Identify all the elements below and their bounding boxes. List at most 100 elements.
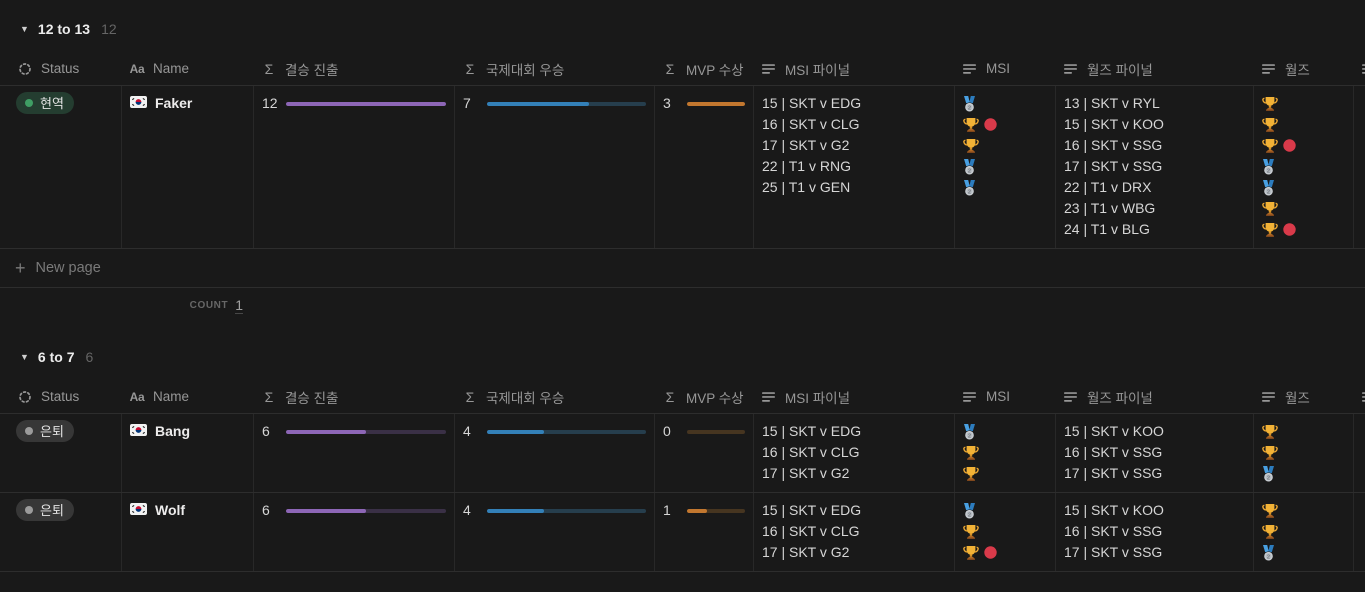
column-header-finals[interactable]: Σ결승 진출 — [253, 380, 454, 413]
table: StatusAaNameΣ결승 진출Σ국제대회 우승ΣMVP 수상 MSI 파이널… — [0, 52, 1365, 322]
msi-cell[interactable]: 2 — [954, 493, 1055, 571]
column-header-intl[interactable]: Σ국제대회 우승 — [454, 380, 654, 413]
mvp-cell[interactable]: 3 — [654, 86, 753, 248]
group-aggregate-count[interactable]: 12 — [101, 21, 117, 37]
intl-cell[interactable]: 7 — [454, 86, 654, 248]
column-header-name[interactable]: AaName — [121, 380, 253, 413]
group-toggle-icon[interactable]: ▼ — [20, 25, 29, 34]
list-item: 24 | T1 v BLG — [1064, 219, 1245, 240]
finals-cell[interactable]: 12 — [253, 86, 454, 248]
column-header-worlds[interactable]: 월즈 — [1253, 52, 1353, 85]
new-page-row[interactable]: +New page — [0, 248, 1365, 288]
table-row: 은퇴 Bang 64 015 | SKT v EDG16 | SKT v CLG17 … — [0, 413, 1365, 492]
column-header-label: 월즈 파이널 — [1087, 59, 1153, 79]
list-item: 17 | SKT v G2 — [762, 542, 946, 563]
status-cell[interactable]: 현역 — [0, 86, 121, 248]
count-label: COUNT — [190, 300, 229, 311]
column-header-msi_finals[interactable]: MSI 파이널 — [753, 52, 954, 85]
msi-finals-cell[interactable]: 15 | SKT v EDG16 | SKT v CLG17 | SKT v G… — [753, 86, 954, 248]
column-header-msi[interactable]: MSI — [954, 380, 1055, 413]
group-toggle-icon[interactable]: ▼ — [20, 353, 29, 362]
overflow-cell[interactable] — [1353, 414, 1365, 492]
medal-line — [1262, 421, 1345, 442]
trophy-icon — [1262, 138, 1278, 153]
svg-text:2: 2 — [1267, 189, 1270, 195]
list-item: 16 | SKT v CLG — [762, 442, 946, 463]
column-header-worlds[interactable]: 월즈 — [1253, 380, 1353, 413]
column-header-finals[interactable]: Σ결승 진출 — [253, 52, 454, 85]
intl-cell[interactable]: 4 — [454, 493, 654, 571]
finals-cell[interactable]: 6 — [253, 493, 454, 571]
msi-cell[interactable]: 2 — [954, 414, 1055, 492]
column-header-label: MSI 파이널 — [785, 59, 850, 79]
count-aggregate[interactable]: COUNT1 — [121, 288, 253, 322]
mvp-cell[interactable]: 1 — [654, 493, 753, 571]
column-header-status[interactable]: Status — [0, 380, 121, 413]
column-header-msi_finals[interactable]: MSI 파이널 — [753, 380, 954, 413]
medal-line: 2 — [1262, 156, 1345, 177]
number-value: 4 — [463, 421, 481, 442]
list-item: 15 | SKT v KOO — [1064, 500, 1245, 521]
msi-finals-cell[interactable]: 15 | SKT v EDG16 | SKT v CLG17 | SKT v G… — [753, 493, 954, 571]
svg-text:2: 2 — [968, 168, 971, 174]
page-title: Bang — [155, 421, 190, 442]
column-header-status[interactable]: Status — [0, 52, 121, 85]
column-header-worlds_finals[interactable]: 월즈 파이널 — [1055, 52, 1253, 85]
sigma-icon: Σ — [662, 61, 678, 77]
column-header-row: StatusAaNameΣ결승 진출Σ국제대회 우승ΣMVP 수상MSI 파이널… — [0, 380, 1365, 413]
svg-text:2: 2 — [968, 433, 971, 439]
status-label: 현역 — [40, 93, 64, 114]
status-cell[interactable]: 은퇴 — [0, 414, 121, 492]
medal-line — [963, 135, 1047, 156]
column-header-name[interactable]: AaName — [121, 52, 253, 85]
silver-medal-icon: 2 — [963, 159, 976, 175]
column-header-label: MVP 수상 — [686, 387, 744, 407]
trophy-icon — [1262, 201, 1278, 216]
number-with-bar: 4 — [463, 500, 646, 521]
status-cell[interactable]: 은퇴 — [0, 493, 121, 571]
column-header-label: MSI — [986, 61, 1010, 76]
worlds-finals-cell[interactable]: 15 | SKT v KOO16 | SKT v SSG17 | SKT v S… — [1055, 414, 1253, 492]
msi-cell[interactable]: 222 — [954, 86, 1055, 248]
number-with-bar: 7 — [463, 93, 646, 114]
silver-medal-icon: 2 — [1262, 159, 1275, 175]
column-header-mvp[interactable]: ΣMVP 수상 — [654, 52, 753, 85]
silver-medal-icon: 2 — [963, 96, 976, 112]
column-header-worlds_finals[interactable]: 월즈 파이널 — [1055, 380, 1253, 413]
mvp-cell[interactable]: 0 — [654, 414, 753, 492]
trophy-icon — [963, 117, 979, 132]
intl-cell[interactable]: 4 — [454, 414, 654, 492]
column-header-msi[interactable]: MSI — [954, 52, 1055, 85]
list-item: 17 | SKT v G2 — [762, 135, 946, 156]
medal-line — [1262, 521, 1345, 542]
finals-cell[interactable]: 6 — [253, 414, 454, 492]
number-value: 7 — [463, 93, 481, 114]
progress-bar — [687, 509, 745, 513]
medal-line — [963, 442, 1047, 463]
svg-text:2: 2 — [1267, 554, 1270, 560]
column-header-label: 결승 진출 — [285, 387, 338, 407]
column-header-mvp[interactable]: ΣMVP 수상 — [654, 380, 753, 413]
column-header-intl[interactable]: Σ국제대회 우승 — [454, 52, 654, 85]
worlds-cell[interactable]: 2 — [1253, 414, 1353, 492]
worlds-finals-cell[interactable]: 13 | SKT v RYL15 | SKT v KOO16 | SKT v S… — [1055, 86, 1253, 248]
red-circle-icon — [1283, 223, 1296, 236]
silver-medal-icon: 2 — [963, 503, 976, 519]
group-title: 6 to 7 — [38, 349, 75, 365]
overflow-cell[interactable] — [1353, 493, 1365, 571]
group-aggregate-count[interactable]: 6 — [86, 349, 94, 365]
column-header-overflow[interactable] — [1353, 52, 1365, 85]
name-cell[interactable]: Faker — [121, 86, 253, 248]
overflow-cell[interactable] — [1353, 86, 1365, 248]
trophy-icon — [1262, 424, 1278, 439]
column-header-label: 국제대회 우승 — [486, 387, 564, 407]
text-lines-icon — [1361, 63, 1365, 75]
worlds-finals-cell[interactable]: 15 | SKT v KOO16 | SKT v SSG17 | SKT v S… — [1055, 493, 1253, 571]
plus-icon: + — [15, 259, 26, 277]
name-cell[interactable]: Wolf — [121, 493, 253, 571]
worlds-cell[interactable]: 22 — [1253, 86, 1353, 248]
msi-finals-cell[interactable]: 15 | SKT v EDG16 | SKT v CLG17 | SKT v G… — [753, 414, 954, 492]
name-cell[interactable]: Bang — [121, 414, 253, 492]
worlds-cell[interactable]: 2 — [1253, 493, 1353, 571]
column-header-overflow[interactable] — [1353, 380, 1365, 413]
